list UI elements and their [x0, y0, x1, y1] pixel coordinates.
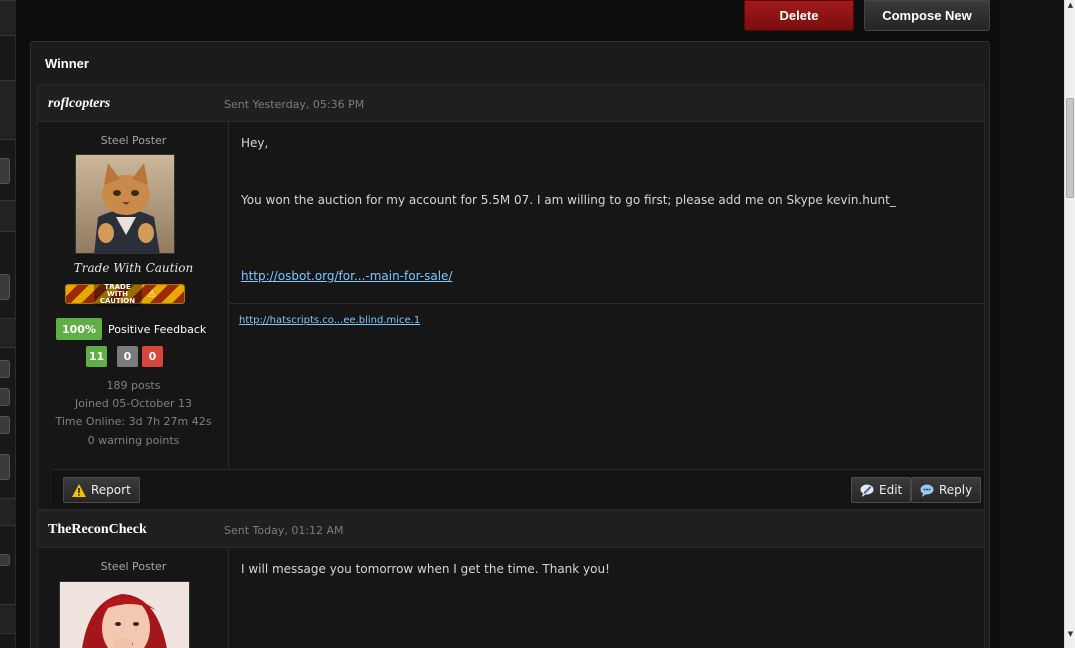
- message-body: I will message you tomorrow when I get t…: [241, 562, 610, 576]
- sidebar-button[interactable]: [0, 158, 10, 184]
- conversation-panel: Winner roflcopters Sent Yesterday, 05:36…: [30, 41, 990, 648]
- signature-divider: [229, 303, 984, 304]
- compose-new-button[interactable]: Compose New: [864, 0, 990, 31]
- warning-points: 0 warning points: [87, 434, 180, 447]
- sidebar-block: [0, 200, 16, 232]
- sidebar-block: [0, 318, 16, 348]
- sidebar-block: [0, 80, 16, 140]
- scroll-thumb[interactable]: [1066, 98, 1074, 198]
- post-header: TheReconCheck Sent Today, 01:12 AM: [38, 511, 984, 548]
- portrait-avatar-image: [60, 582, 189, 648]
- post-count: 189 posts: [106, 379, 161, 392]
- author-info: Steel Poster: [38, 548, 229, 648]
- caution-badge-text: TRADE WITH CAUTION: [93, 282, 142, 306]
- delete-button[interactable]: Delete: [744, 0, 854, 31]
- join-date: Joined 05-October 13: [74, 397, 193, 410]
- feedback-negative-count[interactable]: 0: [142, 346, 163, 367]
- sidebar-button[interactable]: [0, 416, 10, 434]
- post-author[interactable]: TheReconCheck: [48, 522, 147, 538]
- report-button[interactable]: Report: [63, 477, 140, 503]
- sidebar-button[interactable]: [0, 554, 10, 566]
- post-header: roflcopters Sent Yesterday, 05:36 PM: [38, 85, 984, 122]
- conversation-title: Winner: [45, 56, 89, 71]
- sidebar-button[interactable]: [0, 388, 10, 406]
- trade-caution-badge: TRADE WITH CAUTION ⚠: [65, 282, 185, 306]
- warning-triangle-icon: [72, 483, 86, 497]
- message-post: roflcopters Sent Yesterday, 05:36 PM Ste…: [37, 84, 985, 510]
- sidebar-block: [0, 604, 16, 634]
- reply-button[interactable]: Reply: [911, 477, 982, 503]
- message-post: TheReconCheck Sent Today, 01:12 AM Steel…: [37, 510, 985, 648]
- scroll-down-icon[interactable]: ▼: [1066, 630, 1075, 639]
- signature-link[interactable]: http://hatscripts.co...ee.blind.mice.1: [239, 315, 420, 326]
- scroll-up-icon[interactable]: ▲: [1066, 1, 1075, 10]
- author-info: Steel Poster Trade With Caution TRADE WI…: [38, 122, 229, 469]
- member-rank: Steel Poster: [100, 560, 167, 573]
- report-label: Report: [91, 483, 131, 497]
- post-action-bar: Report Edit Reply: [52, 469, 984, 509]
- member-rank: Steel Poster: [100, 134, 167, 147]
- vertical-scrollbar[interactable]: ▲ ▼: [1064, 0, 1075, 648]
- sidebar-button[interactable]: [0, 454, 10, 480]
- sidebar-block: [0, 498, 16, 526]
- cat-avatar-image: [76, 155, 174, 253]
- sidebar-block: [0, 0, 16, 36]
- time-online: Time Online: 3d 7h 27m 42s: [55, 415, 212, 428]
- feedback-neutral-count[interactable]: 0: [117, 346, 138, 367]
- edit-button[interactable]: Edit: [851, 477, 912, 503]
- sidebar-button[interactable]: [0, 274, 10, 300]
- post-author[interactable]: roflcopters: [48, 96, 110, 112]
- feedback-percent[interactable]: 100%: [56, 318, 102, 340]
- post-content: I will message you tomorrow when I get t…: [229, 548, 984, 648]
- post-timestamp: Sent Today, 01:12 AM: [224, 524, 344, 537]
- avatar[interactable]: [59, 581, 190, 648]
- warning-icon: ⚠: [147, 288, 157, 300]
- reply-bubble-icon: [920, 483, 934, 497]
- sidebar-button[interactable]: [0, 360, 10, 378]
- page-gutter-dark: [1000, 0, 1064, 648]
- message-body: You won the auction for my account for 5…: [241, 193, 896, 207]
- edit-label: Edit: [879, 483, 903, 497]
- feedback-label: Positive Feedback: [108, 323, 207, 336]
- message-link[interactable]: http://osbot.org/for...-main-for-sale/: [241, 269, 452, 283]
- edit-bubble-icon: [860, 483, 874, 497]
- post-content: Hey, You won the auction for my account …: [229, 122, 984, 469]
- message-greeting: Hey,: [241, 136, 269, 150]
- avatar[interactable]: [75, 154, 175, 254]
- sidebar-edge: [0, 0, 16, 648]
- post-timestamp: Sent Yesterday, 05:36 PM: [224, 98, 365, 111]
- reply-label: Reply: [939, 483, 973, 497]
- member-tag: Trade With Caution: [73, 261, 194, 275]
- feedback-positive-count[interactable]: 11: [86, 346, 107, 367]
